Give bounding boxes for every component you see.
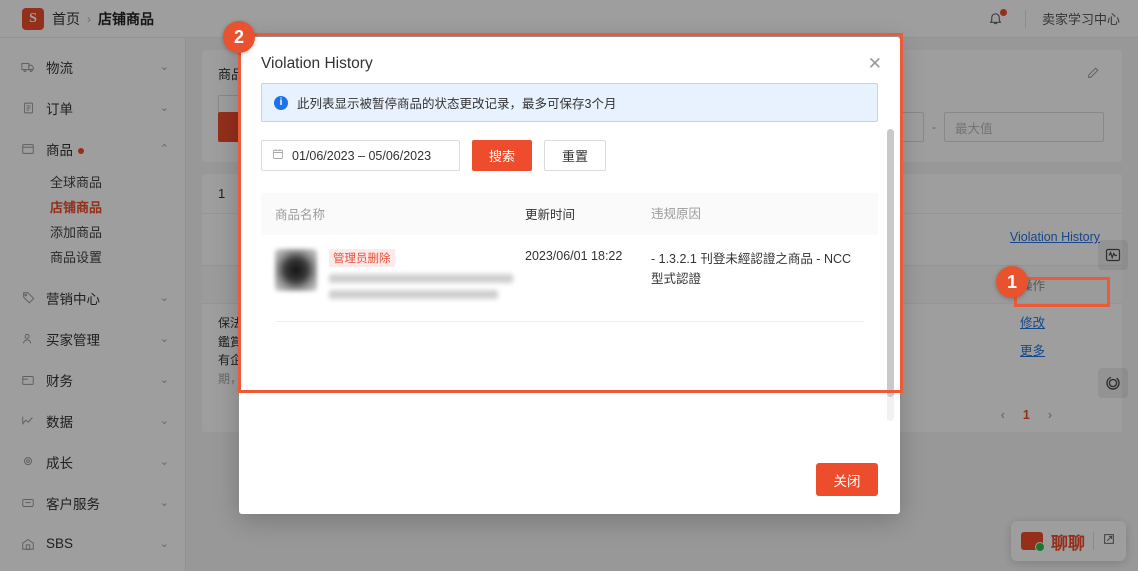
violation-table-header: 商品名称 更新时间 违规原因	[261, 193, 878, 235]
info-icon: i	[274, 95, 288, 110]
reset-button[interactable]: 重置	[544, 140, 606, 171]
annotation-marker-2: 2	[223, 21, 255, 53]
close-button[interactable]: 关闭	[816, 463, 878, 496]
modal-body: i 此列表显示被暂停商品的状态更改记录，最多可保存3个月 01/06/2023 …	[239, 83, 900, 463]
search-button[interactable]: 搜索	[472, 140, 532, 171]
calendar-icon	[272, 148, 284, 163]
violation-table-row: 管理员删除 2023/06/01 18:22 - 1.3.2.1 刊登未經認證之…	[261, 235, 878, 313]
date-range-value: 01/06/2023 – 05/06/2023	[292, 148, 432, 163]
column-violation-reason: 违规原因	[651, 207, 702, 221]
row-divider	[275, 321, 864, 322]
annotation-marker-1: 1	[996, 266, 1028, 298]
info-alert: i 此列表显示被暂停商品的状态更改记录，最多可保存3个月	[261, 83, 878, 122]
row-violation-reason: - 1.3.2.1 刊登未經認證之商品 - NCC 型式認證	[651, 252, 852, 286]
date-range-input[interactable]: 01/06/2023 – 05/06/2023	[261, 140, 460, 171]
column-product-name: 商品名称	[275, 208, 326, 222]
product-thumbnail	[275, 249, 317, 291]
app-root: S 首页 › 店铺商品 卖家学习中心 物流 ⌄ 订单 ⌄ 商品 ⌃ 全球商品 店…	[0, 0, 1138, 571]
close-icon[interactable]: ✕	[868, 55, 882, 72]
status-badge: 管理员删除	[329, 249, 395, 267]
violation-history-modal: Violation History ✕ i 此列表显示被暂停商品的状态更改记录，…	[239, 37, 900, 514]
row-update-time: 2023/06/01 18:22	[525, 249, 623, 263]
column-update-time: 更新时间	[525, 208, 576, 222]
product-name-redacted-line-2	[329, 290, 498, 299]
modal-header: Violation History ✕	[239, 37, 900, 83]
modal-filter-row: 01/06/2023 – 05/06/2023 搜索 重置	[261, 140, 878, 171]
product-name-redacted-line-1	[329, 274, 514, 283]
modal-scrollbar[interactable]	[887, 129, 894, 421]
modal-title: Violation History	[261, 55, 373, 72]
modal-footer: 关闭	[239, 463, 900, 514]
info-alert-text: 此列表显示被暂停商品的状态更改记录，最多可保存3个月	[297, 97, 617, 111]
